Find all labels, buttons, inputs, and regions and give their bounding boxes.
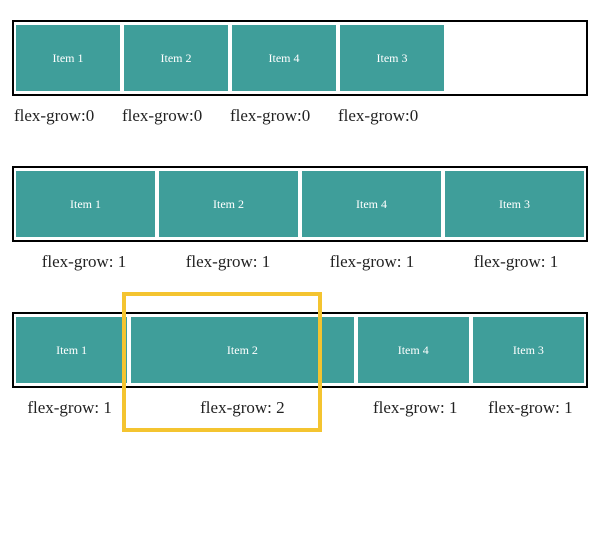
flex-container: Item 1 Item 2 Item 4 Item 3 (12, 312, 588, 388)
flexgrow-example-equal: Item 1 Item 2 Item 4 Item 3 flex-grow: 1… (12, 166, 588, 272)
flex-container: Item 1 Item 2 Item 4 Item 3 (12, 20, 588, 96)
flexgrow-label: flex-grow:0 (120, 106, 228, 126)
flexgrow-example-weighted: Item 1 Item 2 Item 4 Item 3 flex-grow: 1… (12, 312, 588, 418)
labels-row: flex-grow: 1 flex-grow: 2 flex-grow: 1 f… (12, 398, 588, 418)
flexgrow-label: flex-grow:0 (12, 106, 120, 126)
flexgrow-label: flex-grow: 2 (127, 398, 357, 418)
labels-row: flex-grow: 1 flex-grow: 1 flex-grow: 1 f… (12, 252, 588, 272)
flexgrow-label: flex-grow: 1 (156, 252, 300, 272)
flexgrow-label: flex-grow:0 (228, 106, 336, 126)
flex-item: Item 2 (124, 25, 228, 91)
flex-item: Item 4 (302, 171, 441, 237)
flexgrow-label: flex-grow: 1 (473, 398, 588, 418)
flexgrow-label: flex-grow:0 (336, 106, 444, 126)
flexgrow-label: flex-grow: 1 (12, 252, 156, 272)
flex-item: Item 3 (473, 317, 584, 383)
flexgrow-label: flex-grow: 1 (12, 398, 127, 418)
flexgrow-label: flex-grow: 1 (358, 398, 473, 418)
flex-item: Item 4 (232, 25, 336, 91)
flex-item: Item 3 (445, 171, 584, 237)
flexgrow-example-zero: Item 1 Item 2 Item 4 Item 3 flex-grow:0 … (12, 20, 588, 126)
flex-item: Item 1 (16, 171, 155, 237)
flex-item: Item 1 (16, 317, 127, 383)
flexgrow-label: flex-grow: 1 (444, 252, 588, 272)
flex-item: Item 3 (340, 25, 444, 91)
flex-item: Item 2 (159, 171, 298, 237)
labels-row: flex-grow:0 flex-grow:0 flex-grow:0 flex… (12, 106, 588, 126)
flex-item: Item 1 (16, 25, 120, 91)
flexgrow-label: flex-grow: 1 (300, 252, 444, 272)
flex-container: Item 1 Item 2 Item 4 Item 3 (12, 166, 588, 242)
flex-item: Item 4 (358, 317, 469, 383)
flex-item: Item 2 (131, 317, 353, 383)
